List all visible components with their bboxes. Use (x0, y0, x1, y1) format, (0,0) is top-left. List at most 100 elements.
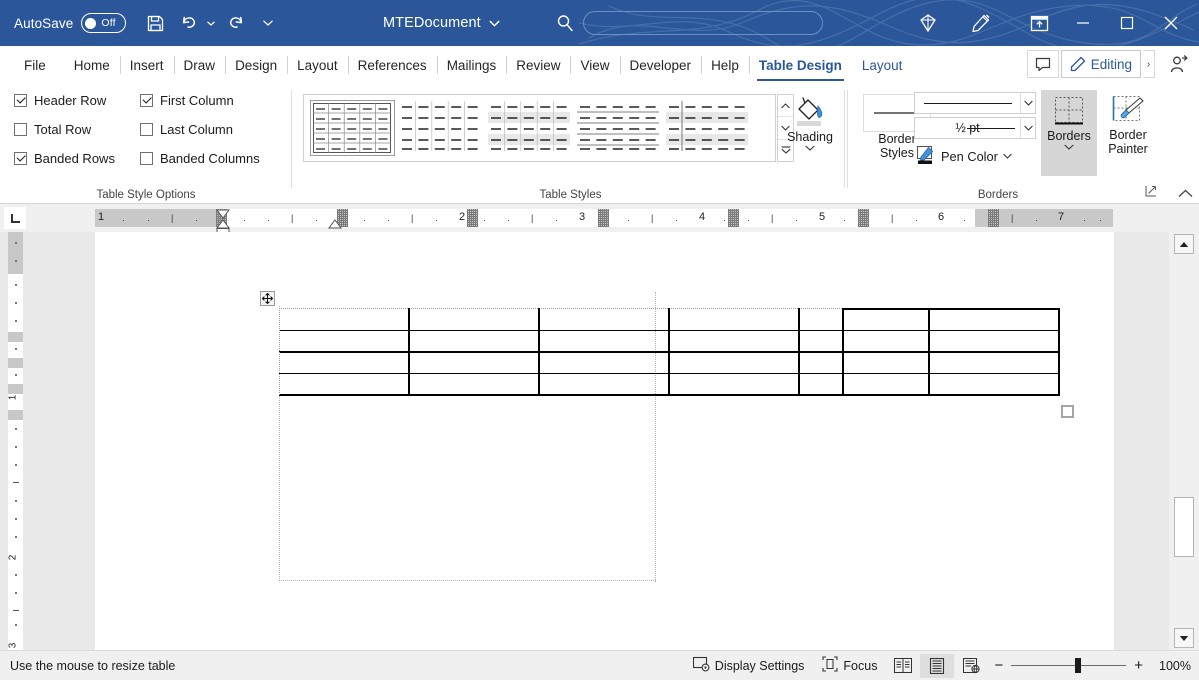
banded-columns-checkbox-box[interactable] (140, 152, 153, 165)
horizontal-ruler[interactable]: 1 2 3 4 5 6 7 ·· |· ·· |· ·· ·| · ·· |· … (95, 209, 1113, 227)
zoom-in-icon[interactable]: + (1134, 657, 1143, 674)
pen-highlighter-icon[interactable] (965, 8, 995, 38)
tab-insert[interactable]: Insert (120, 48, 174, 82)
tab-file[interactable]: File (14, 48, 56, 82)
scroll-down-arrow-icon[interactable] (1174, 628, 1194, 648)
zoom-out-icon[interactable]: − (994, 657, 1003, 674)
chevron-down-icon[interactable] (805, 144, 815, 153)
tab-view[interactable]: View (570, 48, 619, 82)
checkbox-banded-columns[interactable]: Banded Columns (140, 151, 260, 166)
checkbox-last-column[interactable]: Last Column (140, 122, 233, 137)
column-boundary-marker[interactable] (467, 209, 478, 227)
document-canvas[interactable] (30, 232, 1169, 650)
minimize-icon[interactable] (1061, 0, 1105, 46)
column-boundary-marker[interactable] (858, 209, 869, 227)
table-style-thumb-plain-4[interactable] (666, 100, 751, 156)
shading-button[interactable]: Shading (775, 94, 845, 153)
tab-developer[interactable]: Developer (620, 48, 702, 82)
microsoft-365-diamond-icon[interactable] (913, 8, 943, 38)
zoom-level-label[interactable]: 100% (1151, 659, 1191, 673)
line-weight-dropdown[interactable]: ½ pt (914, 117, 1036, 139)
word-table[interactable] (279, 308, 1060, 394)
document-title-button[interactable]: MTEDocument (383, 0, 500, 46)
print-layout-icon[interactable] (920, 654, 954, 678)
comment-icon[interactable] (1027, 50, 1059, 78)
table-column-separator[interactable] (538, 308, 540, 395)
last-column-checkbox-box[interactable] (140, 123, 153, 136)
editing-mode-button[interactable]: Editing (1061, 50, 1141, 78)
borders-button[interactable]: Borders (1041, 90, 1097, 176)
chevron-right-icon[interactable]: › (1143, 50, 1155, 78)
table-right-border[interactable] (1058, 308, 1060, 395)
dialog-launcher-icon[interactable] (1145, 185, 1157, 200)
table-style-thumb-plain-1[interactable] (399, 100, 484, 156)
left-tab-stop-icon[interactable] (4, 207, 26, 229)
pen-color-button[interactable]: Pen Color (916, 145, 1012, 168)
table-column-separator[interactable] (842, 308, 844, 395)
column-boundary-marker[interactable] (988, 209, 999, 227)
display-settings-button[interactable]: Display Settings (684, 654, 814, 678)
search-input[interactable] (583, 11, 823, 35)
ribbon-display-options-icon[interactable] (1017, 0, 1061, 46)
table-style-thumb-plain-2[interactable] (488, 100, 573, 156)
column-boundary-marker[interactable] (728, 209, 739, 227)
scrollbar-thumb[interactable] (1174, 497, 1194, 557)
autosave-toggle[interactable]: Off (81, 13, 126, 33)
maximize-icon[interactable] (1105, 0, 1149, 46)
chevron-down-icon[interactable] (1020, 93, 1035, 113)
table-style-thumb-plain-3[interactable] (577, 100, 662, 156)
row-boundary-marker[interactable] (8, 332, 23, 342)
row-boundary-marker[interactable] (8, 384, 23, 394)
web-layout-icon[interactable] (954, 654, 988, 678)
column-boundary-marker[interactable] (598, 209, 609, 227)
read-mode-icon[interactable] (886, 654, 920, 678)
tab-draw[interactable]: Draw (174, 48, 226, 82)
first-column-checkbox-box[interactable] (140, 94, 153, 107)
tab-home[interactable]: Home (64, 48, 120, 82)
search-bar[interactable] (555, 0, 823, 46)
tab-mailings[interactable]: Mailings (437, 48, 507, 82)
zoom-slider-thumb[interactable] (1075, 658, 1081, 673)
chevron-down-icon[interactable] (1020, 118, 1035, 138)
tab-help[interactable]: Help (701, 48, 749, 82)
chevron-down-icon[interactable] (1064, 143, 1074, 152)
undo-icon[interactable] (174, 8, 204, 38)
table-style-thumb-table-grid[interactable] (310, 100, 395, 156)
document-page[interactable] (95, 232, 1114, 650)
redo-icon[interactable] (221, 8, 251, 38)
tab-layout[interactable]: Layout (287, 48, 348, 82)
undo-dropdown-icon[interactable] (204, 21, 217, 26)
table-column-separator[interactable] (408, 308, 410, 395)
table-styles-gallery[interactable] (303, 94, 776, 162)
vertical-scrollbar[interactable] (1169, 232, 1199, 650)
zoom-slider-track[interactable] (1011, 665, 1126, 666)
customize-quick-access-icon[interactable] (261, 20, 274, 26)
chevron-down-icon[interactable] (489, 20, 500, 27)
focus-button[interactable]: Focus (813, 654, 886, 678)
save-icon[interactable] (140, 8, 170, 38)
close-icon[interactable] (1149, 0, 1193, 46)
tab-table-design[interactable]: Table Design (749, 48, 852, 82)
checkbox-total-row[interactable]: Total Row (14, 122, 91, 137)
total-row-checkbox-box[interactable] (14, 123, 27, 136)
table-column-separator[interactable] (668, 308, 670, 395)
checkbox-header-row[interactable]: Header Row (14, 93, 106, 108)
share-person-icon[interactable] (1163, 50, 1195, 78)
zoom-control[interactable]: − + 100% (988, 657, 1191, 674)
scroll-up-arrow-icon[interactable] (1174, 234, 1194, 254)
collapse-ribbon-icon[interactable] (1178, 189, 1193, 201)
tab-design[interactable]: Design (225, 48, 287, 82)
search-icon[interactable] (555, 13, 575, 33)
tab-references[interactable]: References (348, 48, 437, 82)
row-boundary-marker[interactable] (8, 410, 23, 420)
checkbox-banded-rows[interactable]: Banded Rows (14, 151, 115, 166)
border-painter-button[interactable]: Border Painter (1100, 94, 1156, 156)
header-row-checkbox-box[interactable] (14, 94, 27, 107)
tab-table-layout[interactable]: Layout (852, 48, 913, 82)
tab-review[interactable]: Review (506, 48, 570, 82)
banded-rows-checkbox-box[interactable] (14, 152, 27, 165)
checkbox-first-column[interactable]: First Column (140, 93, 234, 108)
table-column-separator[interactable] (928, 308, 930, 395)
table-resize-handle-icon[interactable] (1061, 405, 1074, 418)
row-boundary-marker[interactable] (8, 358, 23, 368)
